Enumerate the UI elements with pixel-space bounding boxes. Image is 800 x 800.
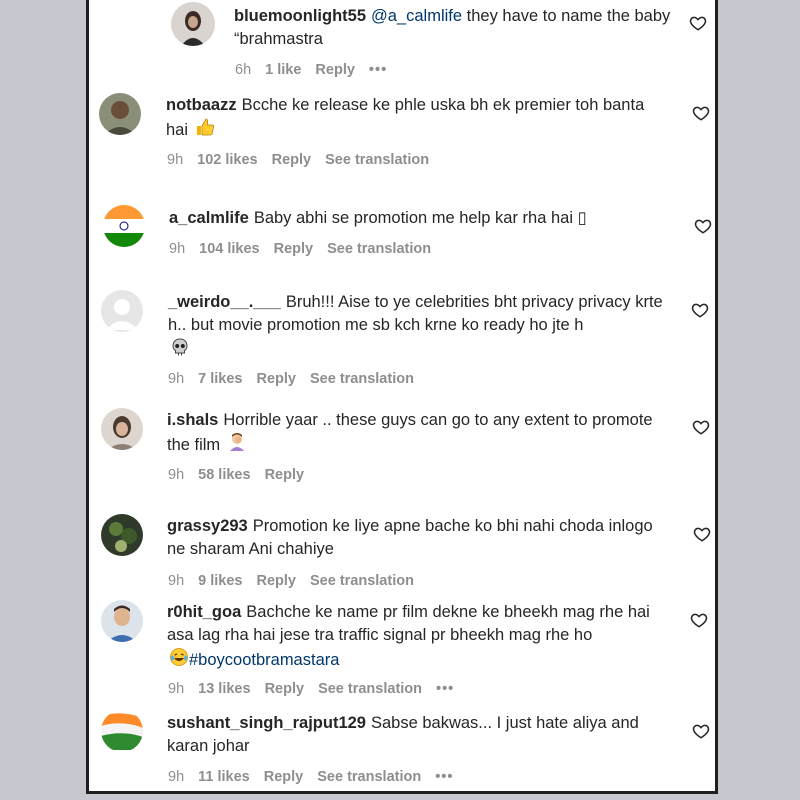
facepalm-emoji-icon (227, 432, 247, 459)
avatar[interactable] (99, 93, 141, 135)
see-translation-link[interactable]: See translation (317, 769, 421, 785)
see-translation-link[interactable]: See translation (318, 681, 422, 697)
comment-text: grassy293 Promotion ke liye apne bache ko… (167, 515, 667, 561)
likes-count[interactable]: 7 likes (198, 371, 242, 387)
comment-text: bluemoonlight55 @a_calmlife they have to … (234, 5, 674, 51)
avatar[interactable] (101, 408, 143, 450)
comment-meta: 9h 11 likes Reply See translation ••• (168, 769, 467, 785)
avatar[interactable] (101, 290, 143, 332)
avatar[interactable] (171, 2, 215, 46)
reply-button[interactable]: Reply (274, 241, 314, 257)
hashtag-link[interactable]: #boycootbramastara (189, 651, 339, 669)
reply-button[interactable]: Reply (264, 769, 304, 785)
comment-time: 9h (169, 241, 186, 257)
heart-outline-icon[interactable] (693, 525, 711, 543)
see-translation-link[interactable]: See translation (310, 371, 414, 387)
more-options-icon[interactable]: ••• (369, 62, 387, 78)
heart-outline-icon[interactable] (692, 722, 710, 740)
comment-time: 9h (168, 371, 185, 387)
comment-body: Baby abhi se promotion me help kar rha h… (253, 209, 587, 227)
reply-button[interactable]: Reply (256, 573, 296, 589)
comment-username[interactable]: r0hit_goa (167, 603, 241, 621)
more-options-icon[interactable]: ••• (436, 681, 454, 697)
comment-text: notbaazz Bcche ke release ke phle uska bh… (166, 94, 666, 144)
heart-outline-icon[interactable] (691, 301, 709, 319)
comment-body: Bcche ke release ke phle uska bh ek prem… (166, 96, 645, 139)
likes-count[interactable]: 9 likes (198, 573, 242, 589)
comment-username[interactable]: notbaazz (166, 96, 237, 114)
see-translation-link[interactable]: See translation (327, 241, 431, 257)
comment-text: _weirdo__.___ Bruh!!! Aise to ye celebrit… (168, 291, 668, 364)
heart-outline-icon[interactable] (692, 418, 710, 436)
more-options-icon[interactable]: ••• (435, 769, 453, 785)
comment-meta: 9h 7 likes Reply See translation (168, 371, 428, 387)
comment-text: r0hit_goa Bachche ke name pr film dekne k… (167, 601, 677, 674)
reply-button[interactable]: Reply (272, 152, 312, 168)
reply-button[interactable]: Reply (265, 467, 305, 483)
comment-meta: 9h 102 likes Reply See translation (167, 152, 443, 168)
heart-outline-icon[interactable] (690, 611, 708, 629)
thumbs-up-emoji-icon (195, 117, 215, 144)
avatar[interactable] (103, 205, 145, 247)
comment-meta: 6h 1 like Reply ••• (235, 62, 401, 78)
comment-meta: 9h 13 likes Reply See translation ••• (168, 681, 468, 697)
mention-link[interactable]: @a_calmlife (371, 7, 462, 25)
heart-outline-icon[interactable] (694, 217, 712, 235)
comment-time: 9h (168, 769, 185, 785)
see-translation-link[interactable]: See translation (310, 573, 414, 589)
comment-meta: 9h 9 likes Reply See translation (168, 573, 428, 589)
comment-username[interactable]: a_calmlife (169, 209, 249, 227)
comment-username[interactable]: _weirdo__.___ (168, 293, 281, 311)
avatar[interactable] (101, 514, 143, 556)
comment-username[interactable]: bluemoonlight55 (234, 7, 366, 25)
skull-emoji-icon (170, 337, 190, 364)
likes-count[interactable]: 1 like (265, 62, 301, 78)
comment-time: 9h (168, 681, 185, 697)
likes-count[interactable]: 58 likes (198, 467, 250, 483)
comment-time: 6h (235, 62, 252, 78)
comment-username[interactable]: sushant_singh_rajput129 (167, 714, 366, 732)
comment-text: a_calmlife Baby abhi se promotion me help… (169, 207, 669, 230)
likes-count[interactable]: 104 likes (199, 241, 259, 257)
avatar[interactable] (101, 710, 143, 752)
comments-panel: bluemoonlight55 @a_calmlife they have to … (86, 0, 718, 794)
crying-laughing-emoji-icon (169, 647, 189, 674)
comment-meta: 9h 58 likes Reply (168, 467, 318, 483)
comment-time: 9h (167, 152, 184, 168)
comment-time: 9h (168, 467, 185, 483)
comment-text: sushant_singh_rajput129 Sabse bakwas... I… (167, 712, 677, 758)
heart-outline-icon[interactable] (692, 104, 710, 122)
comment-time: 9h (168, 573, 185, 589)
reply-button[interactable]: Reply (315, 62, 355, 78)
likes-count[interactable]: 11 likes (198, 769, 250, 785)
comment-text: i.shals Horrible yaar .. these guys can g… (167, 409, 667, 459)
comment-meta: 9h 104 likes Reply See translation (169, 241, 445, 257)
likes-count[interactable]: 13 likes (198, 681, 250, 697)
avatar[interactable] (101, 600, 143, 642)
comment-username[interactable]: grassy293 (167, 517, 248, 535)
reply-button[interactable]: Reply (265, 681, 305, 697)
likes-count[interactable]: 102 likes (197, 152, 257, 168)
reply-button[interactable]: Reply (256, 371, 296, 387)
comment-username[interactable]: i.shals (167, 411, 218, 429)
heart-outline-icon[interactable] (689, 14, 707, 32)
see-translation-link[interactable]: See translation (325, 152, 429, 168)
